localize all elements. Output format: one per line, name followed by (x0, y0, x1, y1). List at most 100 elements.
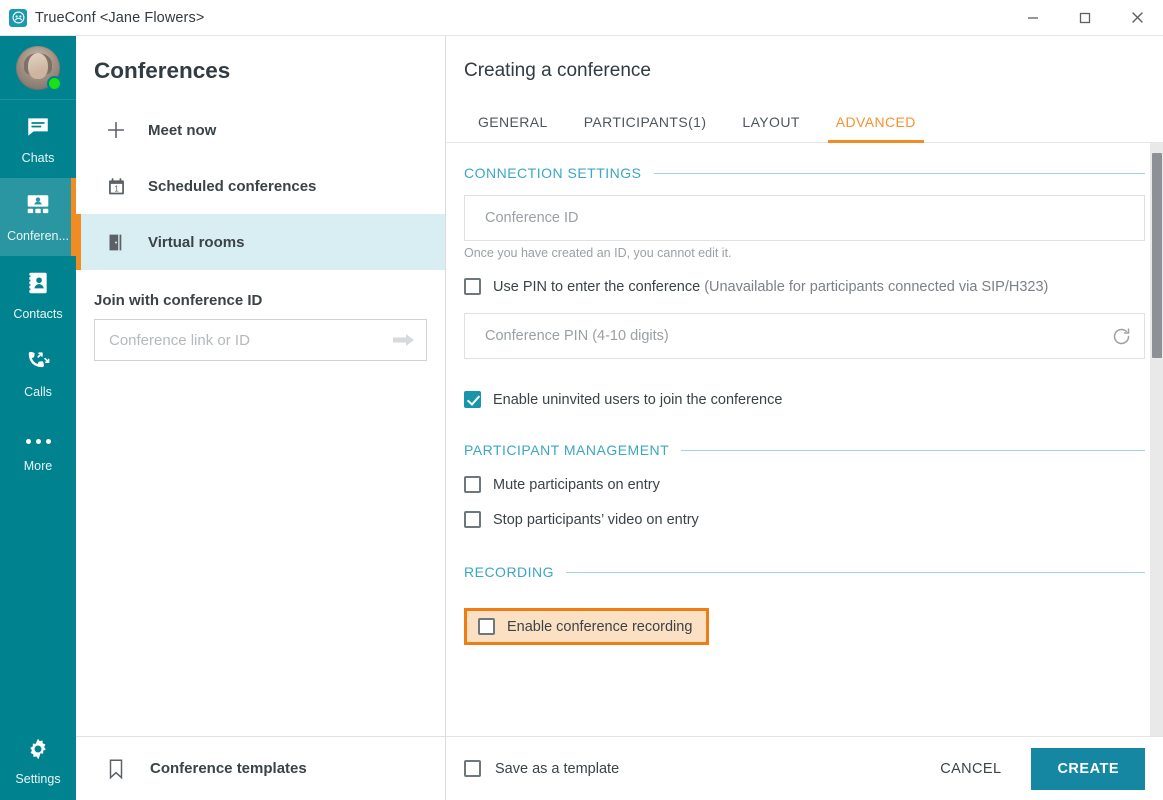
maximize-button[interactable] (1059, 0, 1111, 36)
menu-item-label: Virtual rooms (148, 233, 245, 251)
dialog-footer: Save as a template CANCEL CREATE (446, 736, 1163, 800)
enable-recording-checkbox[interactable] (478, 618, 495, 635)
tab-participants[interactable]: PARTICIPANTS(1) (566, 104, 725, 142)
stop-video-label: Stop participants’ video on entry (493, 511, 699, 528)
uninvited-users-label: Enable uninvited users to join the confe… (493, 391, 783, 408)
enable-recording-label: Enable conference recording (507, 618, 693, 635)
sidebar-item-more[interactable]: More (0, 412, 76, 490)
window-title: TrueConf <Jane Flowers> (35, 9, 205, 26)
panel-title: Creating a conference (464, 60, 651, 81)
sidebar-item-label: Contacts (13, 306, 63, 321)
mid-spacer (76, 361, 445, 736)
mute-participants-checkbox-row[interactable]: Mute participants on entry (464, 476, 1145, 493)
use-pin-text: Use PIN to enter the conference (493, 278, 701, 295)
trueconf-logo-icon (9, 8, 27, 27)
window-titlebar: TrueConf <Jane Flowers> (0, 0, 1163, 36)
rail-spacer (0, 490, 76, 722)
gear-icon (25, 736, 51, 767)
sidebar-item-conferences[interactable]: Conferen... (0, 178, 76, 256)
page-title: Conferences (94, 58, 231, 83)
avatar[interactable] (16, 45, 62, 91)
menu-item-label: Scheduled conferences (148, 177, 317, 195)
minimize-button[interactable] (1007, 0, 1059, 36)
nav-rail-items: Chats Conferen... Contacts Calls More (0, 100, 76, 490)
use-pin-note: (Unavailable for participants connected … (704, 278, 1049, 295)
settings-scroll-area: CONNECTION SETTINGS Once you have create… (446, 143, 1163, 736)
section-rule (566, 571, 1145, 573)
sidebar-item-label: Chats (21, 150, 55, 165)
stop-video-checkbox-row[interactable]: Stop participants’ video on entry (464, 511, 1145, 528)
use-pin-checkbox-row[interactable]: Use PIN to enter the conference (Unavail… (464, 278, 1145, 295)
conference-id-hint: Once you have created an ID, you cannot … (464, 246, 732, 260)
close-button[interactable] (1111, 0, 1163, 36)
join-conference-input[interactable] (109, 331, 392, 349)
sidebar-item-label: Conferen... (7, 228, 69, 243)
section-rule (681, 449, 1145, 451)
conference-pin-field[interactable] (464, 313, 1145, 359)
chat-bubble-icon (25, 114, 51, 145)
arrow-right-icon[interactable] (392, 332, 416, 348)
sidebar-item-chats[interactable]: Chats (0, 100, 76, 178)
join-conference-field[interactable] (94, 319, 427, 361)
door-icon (104, 230, 128, 254)
create-button[interactable]: CREATE (1031, 747, 1145, 790)
enable-recording-checkbox-row[interactable]: Enable conference recording (464, 608, 710, 645)
settings-label: Settings (15, 772, 61, 786)
phone-arrows-icon (25, 348, 51, 379)
refresh-icon[interactable] (1111, 326, 1132, 347)
menu-item-scheduled-conferences[interactable]: 1 Scheduled conferences (76, 158, 445, 214)
conference-id-field[interactable] (464, 195, 1145, 241)
save-template-checkbox[interactable] (464, 760, 481, 777)
sidebar-item-label: Calls (24, 384, 52, 399)
use-pin-checkbox[interactable] (464, 278, 481, 295)
tab-advanced[interactable]: ADVANCED (818, 104, 934, 143)
sidebar-item-contacts[interactable]: Contacts (0, 256, 76, 334)
uninvited-users-checkbox[interactable] (464, 391, 481, 408)
calendar-icon: 1 (104, 174, 128, 198)
svg-text:1: 1 (114, 184, 118, 193)
conference-templates-row[interactable]: Conference templates (76, 736, 445, 800)
join-section-label: Join with conference ID (94, 292, 263, 309)
avatar-container[interactable] (0, 36, 76, 100)
nav-rail: Chats Conferen... Contacts Calls More Se… (0, 36, 76, 800)
tab-layout[interactable]: LAYOUT (724, 104, 817, 142)
section-recording: RECORDING (464, 564, 1145, 580)
tab-general[interactable]: GENERAL (460, 104, 566, 142)
scrollbar-thumb[interactable] (1152, 153, 1162, 358)
conferences-panel: Conferences Meet now 1 Scheduled confere… (76, 36, 446, 800)
stop-video-checkbox[interactable] (464, 511, 481, 528)
tab-bar: GENERAL PARTICIPANTS(1) LAYOUT ADVANCED (446, 104, 1163, 143)
save-template-label: Save as a template (495, 760, 620, 777)
menu-item-virtual-rooms[interactable]: Virtual rooms (76, 214, 445, 270)
use-pin-label: Use PIN to enter the conference (Unavail… (493, 279, 1048, 295)
uninvited-users-checkbox-row[interactable]: Enable uninvited users to join the confe… (464, 391, 1145, 408)
vertical-scrollbar[interactable] (1150, 143, 1163, 736)
bookmark-icon (104, 757, 128, 781)
sidebar-item-calls[interactable]: Calls (0, 334, 76, 412)
mute-participants-checkbox[interactable] (464, 476, 481, 493)
conference-templates-label: Conference templates (150, 760, 307, 777)
presence-online-indicator (47, 75, 62, 91)
menu-item-label: Meet now (148, 121, 217, 139)
sidebar-item-settings[interactable]: Settings (0, 722, 76, 800)
section-connection-settings: CONNECTION SETTINGS (464, 165, 1145, 181)
section-title: RECORDING (464, 564, 555, 580)
section-participant-management: PARTICIPANT MANAGEMENT (464, 442, 1145, 458)
mute-participants-label: Mute participants on entry (493, 476, 660, 493)
create-conference-panel: Creating a conference GENERAL PARTICIPAN… (446, 36, 1163, 800)
conference-pin-input[interactable] (485, 328, 1111, 344)
avatar-face (28, 52, 48, 79)
section-title: CONNECTION SETTINGS (464, 165, 642, 181)
window-controls (1007, 0, 1163, 36)
section-title: PARTICIPANT MANAGEMENT (464, 442, 670, 458)
section-rule (653, 172, 1145, 174)
conference-id-input[interactable] (485, 210, 1132, 226)
sidebar-item-label: More (23, 459, 53, 473)
cancel-button[interactable]: CANCEL (924, 751, 1017, 787)
conference-grid-icon (25, 192, 51, 223)
ellipsis-icon (25, 429, 51, 453)
menu-item-meet-now[interactable]: Meet now (76, 102, 445, 158)
plus-icon (104, 118, 128, 142)
address-book-icon (25, 270, 51, 301)
right-panel-header: Creating a conference (446, 36, 1163, 104)
